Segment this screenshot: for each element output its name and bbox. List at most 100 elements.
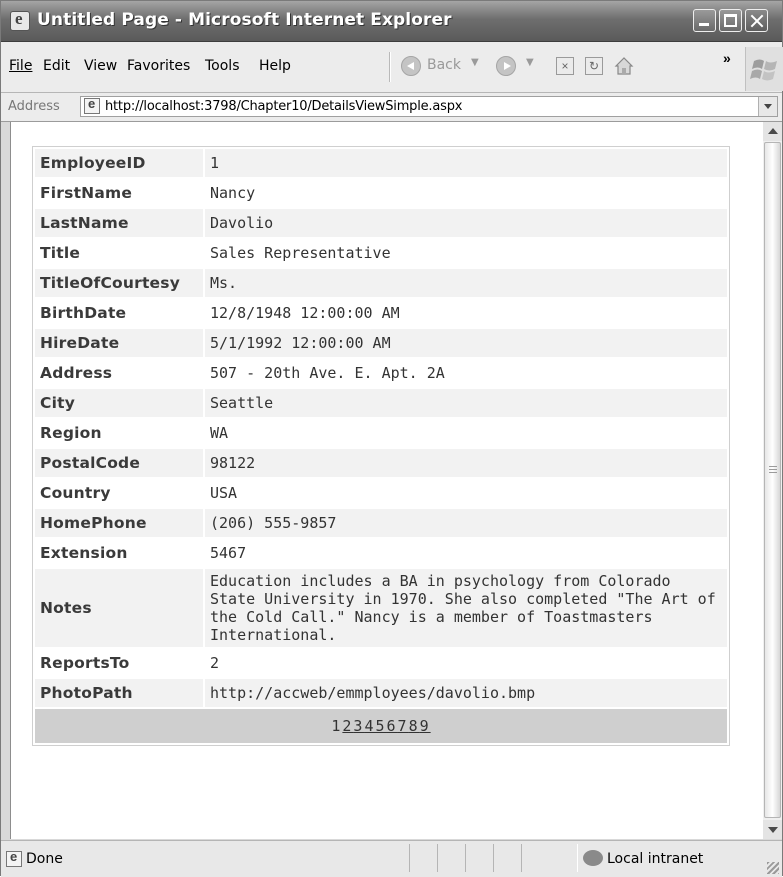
table-row: PostalCode 98122 bbox=[35, 449, 727, 477]
address-bar: Address http://localhost:3798/Chapter10/… bbox=[1, 93, 782, 122]
local-intranet-icon bbox=[583, 850, 603, 866]
pager-link[interactable]: 5 bbox=[375, 717, 386, 735]
back-button[interactable]: Back ▼ bbox=[401, 54, 479, 80]
field-header: Extension bbox=[35, 539, 203, 567]
table-row: BirthDate 12/8/1948 12:00:00 AM bbox=[35, 299, 727, 327]
minimize-button[interactable] bbox=[693, 9, 716, 32]
menu-view-label: View bbox=[84, 58, 118, 74]
resize-grip[interactable] bbox=[767, 862, 779, 874]
table-row: TitleOfCourtesy Ms. bbox=[35, 269, 727, 297]
forward-arrow-icon bbox=[496, 56, 516, 76]
menu-favorites-label: Favorites bbox=[127, 58, 191, 74]
home-icon[interactable] bbox=[613, 55, 635, 77]
address-input[interactable]: http://localhost:3798/Chapter10/DetailsV… bbox=[80, 96, 778, 117]
table-row: Extension 5467 bbox=[35, 539, 727, 567]
menu-help[interactable]: Help bbox=[259, 58, 291, 74]
menu-view[interactable]: View bbox=[84, 58, 117, 74]
field-value: 2 bbox=[205, 649, 727, 677]
field-header: PhotoPath bbox=[35, 679, 203, 707]
field-header: ReportsTo bbox=[35, 649, 203, 677]
back-label: Back bbox=[427, 57, 461, 73]
field-value: 98122 bbox=[205, 449, 727, 477]
pager-link[interactable]: 6 bbox=[387, 717, 398, 735]
window-title: Untitled Page - Microsoft Internet Explo… bbox=[37, 10, 452, 30]
field-header: Notes bbox=[35, 569, 203, 647]
forward-dropdown-icon[interactable]: ▼ bbox=[526, 57, 534, 68]
forward-button[interactable]: ▼ bbox=[496, 54, 536, 80]
scroll-up-icon[interactable] bbox=[763, 122, 782, 141]
field-value: Sales Representative bbox=[205, 239, 727, 267]
page-content: EmployeeID 1 FirstName Nancy LastName Davolio… bbox=[10, 122, 763, 839]
menu-edit-label: Edit bbox=[43, 58, 71, 74]
field-value: 12/8/1948 12:00:00 AM bbox=[205, 299, 727, 327]
table-row: Region WA bbox=[35, 419, 727, 447]
pager-link[interactable]: 7 bbox=[398, 717, 409, 735]
refresh-icon[interactable]: ↻ bbox=[585, 57, 603, 75]
pager-link[interactable]: 9 bbox=[420, 717, 431, 735]
toolbar-more-chevron-icon[interactable]: » bbox=[723, 50, 731, 66]
field-value: USA bbox=[205, 479, 727, 507]
table-row: HireDate 5/1/1992 12:00:00 AM bbox=[35, 329, 727, 357]
security-zone: Local intranet bbox=[607, 851, 704, 867]
field-header: PostalCode bbox=[35, 449, 203, 477]
address-url[interactable]: http://localhost:3798/Chapter10/DetailsV… bbox=[105, 99, 462, 114]
scroll-down-icon[interactable] bbox=[763, 820, 782, 839]
menu-tools[interactable]: Tools bbox=[205, 58, 240, 74]
close-button[interactable] bbox=[745, 9, 768, 32]
field-value: 507 - 20th Ave. E. Apt. 2A bbox=[205, 359, 727, 387]
menu-edit[interactable]: Edit bbox=[43, 58, 70, 74]
details-table: EmployeeID 1 FirstName Nancy LastName Davolio… bbox=[33, 147, 729, 745]
status-pane bbox=[437, 844, 466, 872]
field-header: City bbox=[35, 389, 203, 417]
status-pane bbox=[521, 844, 578, 872]
field-header: HireDate bbox=[35, 329, 203, 357]
pager: 123456789 bbox=[35, 709, 727, 743]
table-row: EmployeeID 1 bbox=[35, 149, 727, 177]
address-label: Address bbox=[8, 99, 60, 114]
table-row: LastName Davolio bbox=[35, 209, 727, 237]
menu-favorites[interactable]: Favorites bbox=[127, 58, 190, 74]
menu-file[interactable]: File bbox=[9, 58, 32, 74]
field-value: 5467 bbox=[205, 539, 727, 567]
stop-icon[interactable]: × bbox=[556, 57, 574, 75]
internet-explorer-icon[interactable] bbox=[10, 9, 30, 31]
field-value: WA bbox=[205, 419, 727, 447]
page-done-icon bbox=[6, 849, 22, 867]
status-pane bbox=[493, 844, 522, 872]
field-value: Education includes a BA in psychology fr… bbox=[205, 569, 727, 647]
pager-link[interactable]: 4 bbox=[364, 717, 375, 735]
field-header: Region bbox=[35, 419, 203, 447]
field-header: BirthDate bbox=[35, 299, 203, 327]
windows-logo-icon bbox=[745, 47, 783, 91]
scroll-thumb[interactable] bbox=[764, 142, 781, 818]
field-value: 1 bbox=[205, 149, 727, 177]
back-arrow-icon bbox=[401, 56, 421, 76]
field-header: Country bbox=[35, 479, 203, 507]
menu-bar: File Edit View Favorites Tools Help Back… bbox=[1, 42, 782, 93]
field-value: Ms. bbox=[205, 269, 727, 297]
table-row: Title Sales Representative bbox=[35, 239, 727, 267]
table-row: Country USA bbox=[35, 479, 727, 507]
address-dropdown-icon[interactable] bbox=[758, 97, 777, 116]
back-dropdown-icon[interactable]: ▼ bbox=[471, 57, 479, 68]
browser-window: Untitled Page - Microsoft Internet Explo… bbox=[0, 0, 783, 877]
field-value: 5/1/1992 12:00:00 AM bbox=[205, 329, 727, 357]
details-view: EmployeeID 1 FirstName Nancy LastName Davolio… bbox=[32, 146, 730, 746]
status-bar: Done Local intranet bbox=[1, 840, 782, 877]
pager-row: 123456789 bbox=[35, 709, 727, 743]
table-row: City Seattle bbox=[35, 389, 727, 417]
field-header: LastName bbox=[35, 209, 203, 237]
vertical-scrollbar[interactable] bbox=[763, 122, 782, 839]
pager-link[interactable]: 2 bbox=[342, 717, 353, 735]
pager-link[interactable]: 3 bbox=[353, 717, 364, 735]
toolbar-separator bbox=[389, 52, 391, 82]
menu-help-label: Help bbox=[259, 58, 291, 74]
menu-file-label: File bbox=[9, 58, 33, 74]
field-header: TitleOfCourtesy bbox=[35, 269, 203, 297]
field-value: Seattle bbox=[205, 389, 727, 417]
maximize-button[interactable] bbox=[719, 9, 742, 32]
field-header: EmployeeID bbox=[35, 149, 203, 177]
pager-link[interactable]: 8 bbox=[409, 717, 420, 735]
pager-current-page: 1 bbox=[331, 717, 343, 735]
title-bar[interactable]: Untitled Page - Microsoft Internet Explo… bbox=[1, 1, 782, 42]
